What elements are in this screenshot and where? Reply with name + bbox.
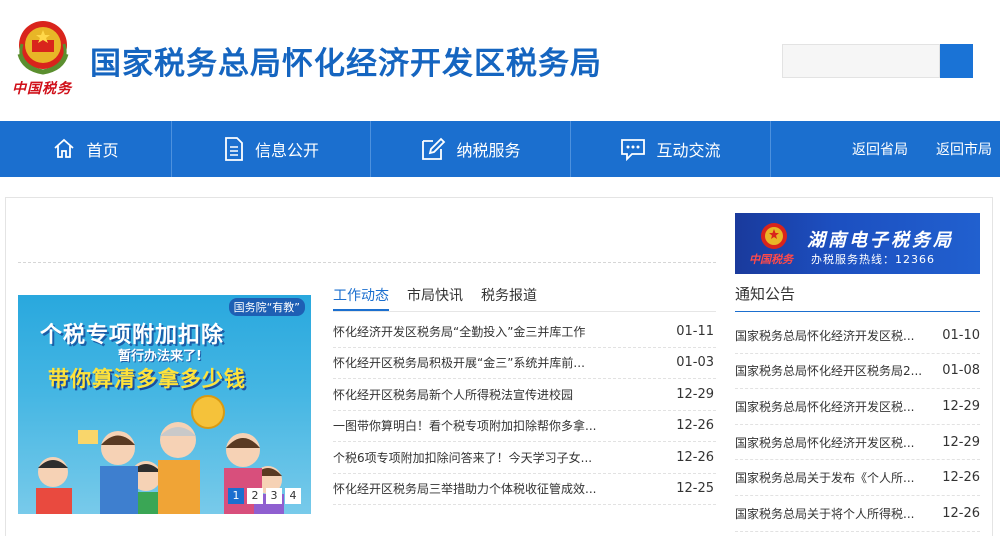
slide-subheadline: 暂行办法来了!	[118, 349, 202, 364]
slide-badge: 国务院“有教”	[228, 298, 305, 316]
main-nav: 首页 信息公开 纳税服务 互动交流 返回省局 返回市局	[0, 121, 1000, 177]
slider-page-3[interactable]: 3	[266, 488, 282, 504]
home-icon	[54, 138, 75, 158]
news-date: 12-26	[676, 449, 714, 465]
list-item[interactable]: 一图带你算明白！看个税专项附加扣除帮你多拿... 12-26	[333, 411, 716, 442]
notice-title[interactable]: 国家税务总局怀化经开区税务局2...	[735, 362, 930, 379]
notices-list: 国家税务总局怀化经济开发区税... 01-10 国家税务总局怀化经开区税务局2.…	[735, 318, 980, 532]
news-date: 12-29	[676, 386, 714, 402]
list-item[interactable]: 怀化经开区税务局积极开展“金三”系统并库前... 01-03	[333, 348, 716, 379]
edit-icon	[422, 137, 446, 160]
nav-item-service[interactable]: 纳税服务	[371, 121, 570, 177]
notice-date: 12-26	[942, 505, 980, 521]
list-item[interactable]: 怀化经开区税务局三举措助力个体税收征管成效... 12-25	[333, 474, 716, 505]
news-date: 01-03	[676, 355, 714, 371]
return-province-link[interactable]: 返回省局	[840, 121, 920, 177]
emblem-caption: 中国税务	[12, 81, 72, 97]
news-date: 12-25	[676, 481, 714, 497]
chat-icon	[621, 139, 646, 161]
news-title[interactable]: 怀化经开区税务局积极开展“金三”系统并库前...	[333, 354, 653, 371]
list-item[interactable]: 国家税务总局关于将个人所得税... 12-26	[735, 496, 980, 532]
slide-tagline: 带你算清多拿多少钱	[48, 367, 246, 391]
tab-city-news[interactable]: 市局快讯	[407, 285, 463, 311]
nav-label-home: 首页	[86, 141, 119, 160]
nav-item-home[interactable]: 首页	[0, 121, 171, 177]
nav-label-info: 信息公开	[254, 141, 319, 160]
tax-emblem-icon	[17, 21, 69, 75]
notice-title[interactable]: 国家税务总局怀化经济开发区税...	[735, 398, 930, 415]
e-tax-bureau-banner[interactable]: 湖南电子税务局 中国税务 办税服务热线：12366	[735, 213, 980, 274]
return-city-link[interactable]: 返回市局	[928, 121, 1000, 177]
site-title[interactable]: 国家税务总局怀化经济开发区税务局	[90, 38, 602, 83]
notice-title[interactable]: 国家税务总局怀化经济开发区税...	[735, 327, 930, 344]
notice-date: 01-08	[942, 363, 980, 379]
list-item[interactable]: 个税6项专项附加扣除问答来了！今天学习子女... 12-26	[333, 442, 716, 474]
nav-label-interact: 互动交流	[656, 141, 721, 160]
document-icon	[225, 137, 243, 161]
list-item[interactable]: 国家税务总局怀化经济开发区税... 01-10	[735, 318, 980, 354]
slider-page-4[interactable]: 4	[285, 488, 301, 504]
news-date: 01-11	[676, 323, 714, 339]
nav-label-service: 纳税服务	[456, 141, 521, 160]
nav-item-interact[interactable]: 互动交流	[571, 121, 770, 177]
slider-pager: 1 2 3 4	[228, 488, 301, 504]
list-item[interactable]: 怀化经开区税务局新个人所得税法宣传进校园 12-29	[333, 379, 716, 411]
news-title[interactable]: 一图带你算明白！看个税专项附加扣除帮你多拿...	[333, 417, 653, 434]
list-item[interactable]: 国家税务总局怀化经济开发区税... 12-29	[735, 425, 980, 461]
banner-title: 湖南电子税务局	[807, 230, 954, 251]
site-header: 中国税务 国家税务总局怀化经济开发区税务局	[0, 0, 1000, 121]
nav-item-info[interactable]: 信息公开	[172, 121, 370, 177]
notice-title[interactable]: 国家税务总局关于发布《个人所...	[735, 469, 930, 486]
list-item[interactable]: 怀化经济开发区税务局“全勤投入”金三并库工作 01-11	[333, 316, 716, 348]
news-list: 怀化经济开发区税务局“全勤投入”金三并库工作 01-11 怀化经开区税务局积极开…	[333, 316, 716, 505]
news-title[interactable]: 怀化经开区税务局新个人所得税法宣传进校园	[333, 386, 653, 403]
tabs-underline	[333, 311, 716, 312]
news-date: 12-26	[676, 418, 714, 434]
tax-emblem-icon	[761, 223, 787, 249]
news-title[interactable]: 怀化经开区税务局三举措助力个体税收征管成效...	[333, 480, 653, 497]
search-button[interactable]	[940, 44, 973, 78]
notice-title[interactable]: 国家税务总局怀化经济开发区税...	[735, 434, 930, 451]
search-input[interactable]	[782, 44, 940, 78]
slider-page-1[interactable]: 1	[228, 488, 244, 504]
dashed-divider	[18, 262, 716, 263]
notice-date: 01-10	[942, 327, 980, 343]
notice-date: 12-29	[942, 398, 980, 414]
list-item[interactable]: 国家税务总局关于发布《个人所... 12-26	[735, 460, 980, 496]
list-item[interactable]: 国家税务总局怀化经济开发区税... 12-29	[735, 389, 980, 425]
notice-date: 12-29	[942, 434, 980, 450]
tab-tax-reports[interactable]: 税务报道	[481, 285, 537, 311]
notices-underline	[735, 311, 980, 312]
slider-page-2[interactable]: 2	[247, 488, 263, 504]
banner-logo-text: 中国税务	[749, 253, 793, 266]
news-tabs: 工作动态 市局快讯 税务报道	[333, 285, 537, 311]
news-title[interactable]: 个税6项专项附加扣除问答来了！今天学习子女...	[333, 449, 653, 466]
tab-work-news[interactable]: 工作动态	[333, 285, 389, 311]
list-item[interactable]: 国家税务总局怀化经开区税务局2... 01-08	[735, 354, 980, 390]
nav-divider	[770, 121, 771, 177]
notice-date: 12-26	[942, 470, 980, 486]
banner-hotline: 办税服务热线：12366	[811, 253, 935, 266]
news-title[interactable]: 怀化经济开发区税务局“全勤投入”金三并库工作	[333, 323, 653, 340]
image-slider[interactable]: 国务院“有教” 个税专项附加扣除 暂行办法来了! 带你算清多拿多少钱 1 2 3…	[18, 295, 311, 514]
notices-heading[interactable]: 通知公告	[735, 283, 795, 304]
notice-title[interactable]: 国家税务总局关于将个人所得税...	[735, 505, 930, 522]
